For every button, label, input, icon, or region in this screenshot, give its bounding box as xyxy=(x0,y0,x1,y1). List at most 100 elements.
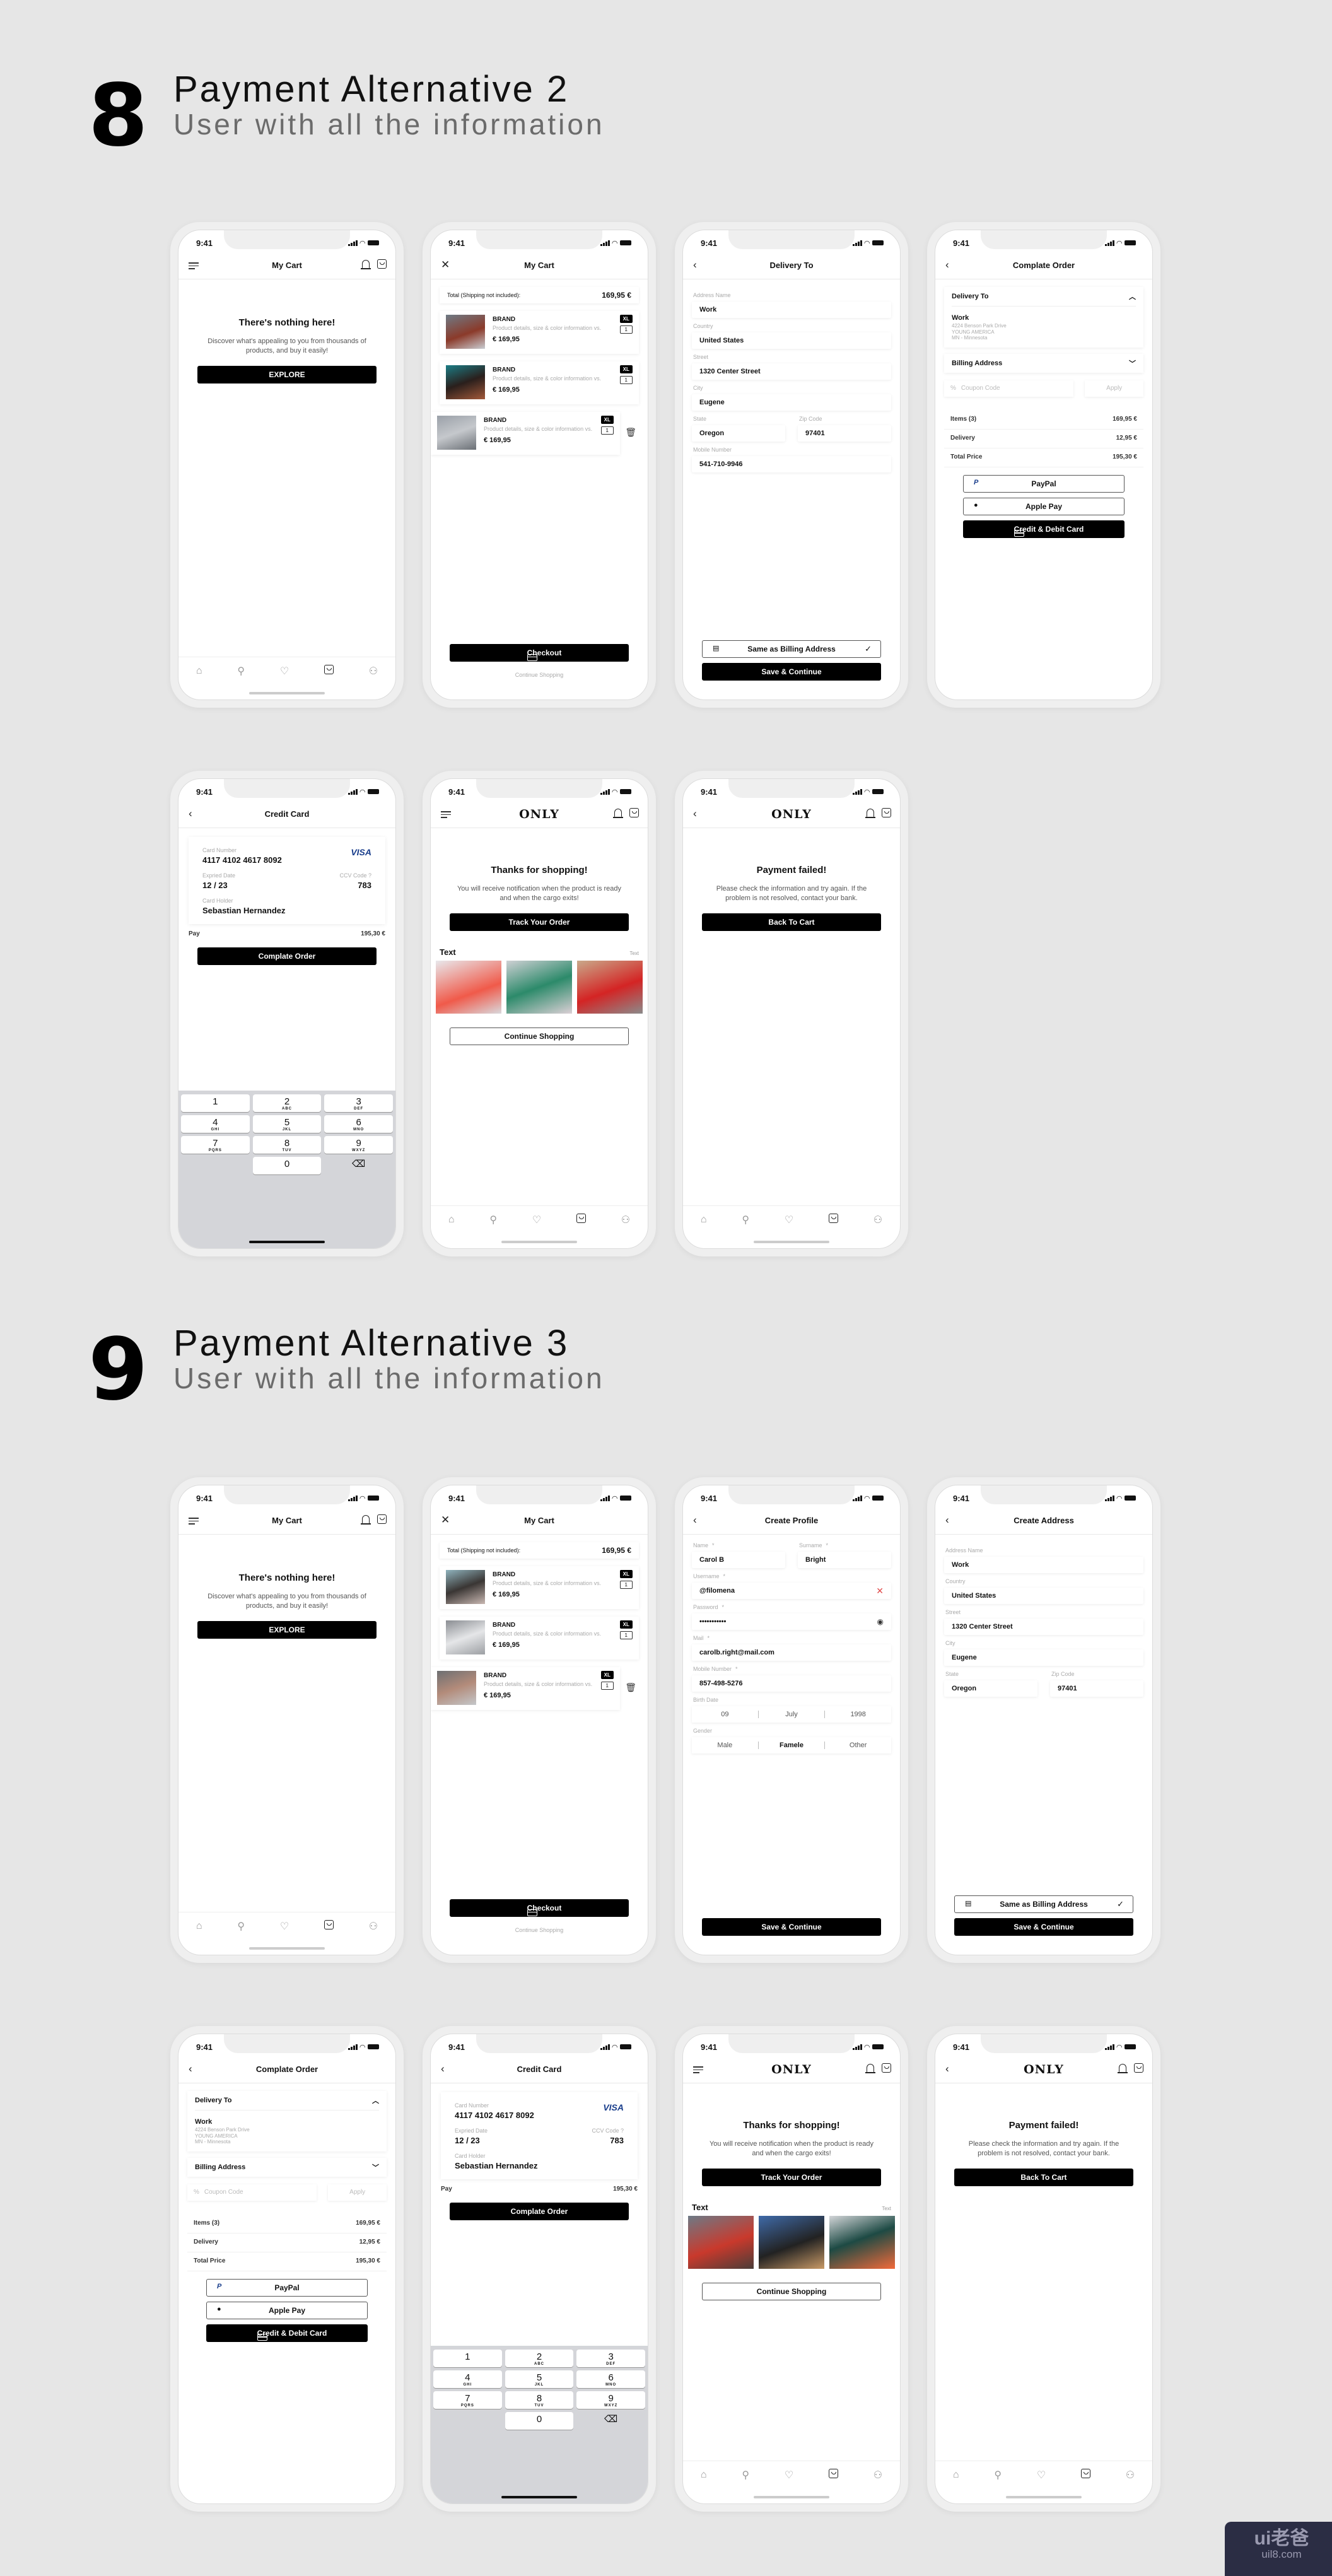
apply-button[interactable]: Apply xyxy=(328,2184,387,2201)
credit-card-button[interactable]: Credit & Debit Card xyxy=(206,2324,368,2342)
track-order-button[interactable]: Track Your Order xyxy=(450,913,629,931)
tab-home-icon[interactable]: ⌂ xyxy=(701,1214,707,1226)
keypad-key[interactable]: 0 xyxy=(505,2412,574,2430)
state-input[interactable]: Oregon xyxy=(692,425,785,442)
complete-order-button[interactable]: Complate Order xyxy=(197,947,377,965)
explore-button[interactable]: EXPLORE xyxy=(197,365,377,383)
tab-favorites-icon[interactable]: ♡ xyxy=(280,1920,289,1933)
birth-year[interactable]: 1998 xyxy=(825,1711,891,1718)
suggested-product-image[interactable] xyxy=(829,2215,895,2269)
mobile-input[interactable]: 857-498-5276 xyxy=(692,1675,891,1692)
exp-date[interactable]: 12 / 23 xyxy=(202,881,235,890)
credit-card-preview[interactable]: Card Number 4117 4102 4617 8092 VISA Exp… xyxy=(189,837,385,924)
credit-card-button[interactable]: Credit & Debit Card xyxy=(963,520,1125,538)
gender-other[interactable]: Other xyxy=(825,1742,891,1749)
suggested-product-image[interactable] xyxy=(688,2215,754,2269)
chevron-down-icon[interactable]: ﹀ xyxy=(1129,358,1136,368)
tab-search-icon[interactable]: ⚲ xyxy=(237,665,245,677)
keypad-key[interactable]: 8 TUV xyxy=(505,2391,574,2409)
back-to-cart-button[interactable]: Back To Cart xyxy=(954,2168,1133,2186)
brand-logo[interactable]: ONLY xyxy=(771,807,812,821)
back-icon[interactable]: ‹ xyxy=(693,808,697,819)
cart-item[interactable]: BRAND Product details, size & color info… xyxy=(440,311,639,354)
keypad-key[interactable]: 5 JKL xyxy=(505,2370,574,2388)
checkout-button[interactable]: Checkout xyxy=(450,644,629,662)
same-as-billing-toggle[interactable]: ▤ Same as Billing Address ✓ xyxy=(954,1895,1133,1913)
back-icon[interactable]: ‹ xyxy=(189,808,192,819)
name-input[interactable]: Carol B xyxy=(692,1552,785,1568)
apple-pay-button[interactable]: ● Apple Pay xyxy=(963,497,1125,515)
zip-code-input[interactable]: 97401 xyxy=(1050,1680,1143,1697)
tab-home-icon[interactable]: ⌂ xyxy=(196,1921,202,1932)
tab-cart-icon[interactable] xyxy=(576,1213,586,1226)
tab-favorites-icon[interactable]: ♡ xyxy=(785,1214,793,1226)
tab-search-icon[interactable]: ⚲ xyxy=(742,1214,749,1226)
cart-item[interactable]: BRAND Product details, size & color info… xyxy=(431,412,636,455)
keypad-key[interactable]: 9 WXYZ xyxy=(576,2391,645,2409)
cart-item[interactable]: BRAND Product details, size & color info… xyxy=(440,1566,639,1609)
explore-button[interactable]: EXPLORE xyxy=(197,1620,377,1639)
card-holder[interactable]: Sebastian Hernandez xyxy=(202,906,371,915)
tab-profile-icon[interactable]: ⚇ xyxy=(369,1920,378,1933)
tab-profile-icon[interactable]: ⚇ xyxy=(1126,2469,1135,2481)
tab-favorites-icon[interactable]: ♡ xyxy=(1037,2469,1046,2481)
size-badge[interactable]: XL xyxy=(619,1620,633,1629)
bell-icon[interactable] xyxy=(613,809,623,818)
cart-item[interactable]: BRAND Product details, size & color info… xyxy=(440,1617,639,1660)
mobile-number-input[interactable]: 541-710-9946 xyxy=(692,456,891,472)
quantity-box[interactable]: 1 xyxy=(619,376,633,384)
country-input[interactable]: United States xyxy=(944,1588,1143,1604)
tab-cart-icon[interactable] xyxy=(324,664,334,677)
tab-home-icon[interactable]: ⌂ xyxy=(448,1214,455,1226)
continue-shopping-button[interactable]: Continue Shopping xyxy=(702,2282,881,2300)
billing-accordion[interactable]: Billing Address ﹀ xyxy=(944,354,1143,373)
birth-day[interactable]: 09 xyxy=(692,1711,759,1718)
address-name-input[interactable]: Work xyxy=(692,302,891,318)
mail-input[interactable]: carolb.right@mail.com xyxy=(692,1644,891,1661)
tab-search-icon[interactable]: ⚲ xyxy=(742,2469,749,2481)
city-input[interactable]: Eugene xyxy=(692,394,891,411)
zip-code-input[interactable]: 97401 xyxy=(798,425,891,442)
cart-icon[interactable] xyxy=(1134,2063,1143,2073)
keypad-key[interactable]: 7 PQRS xyxy=(181,1136,250,1154)
tab-cart-icon[interactable] xyxy=(828,2468,838,2481)
keypad-key[interactable]: 5 JKL xyxy=(252,1115,322,1133)
back-icon[interactable]: ‹ xyxy=(189,2063,192,2074)
birth-month[interactable]: July xyxy=(759,1711,826,1718)
birth-date-picker[interactable]: 09 July 1998 xyxy=(692,1706,891,1723)
keypad-key[interactable]: 2 ABC xyxy=(505,2350,574,2367)
ccv-code[interactable]: 783 xyxy=(339,881,371,890)
tab-home-icon[interactable]: ⌂ xyxy=(953,2469,959,2481)
state-input[interactable]: Oregon xyxy=(944,1680,1037,1697)
cart-icon[interactable] xyxy=(377,1514,387,1524)
back-icon[interactable]: ‹ xyxy=(945,259,949,270)
username-input[interactable]: @filomena ✕ xyxy=(692,1583,891,1599)
apple-pay-button[interactable]: ● Apple Pay xyxy=(206,2301,368,2319)
tab-favorites-icon[interactable]: ♡ xyxy=(280,665,289,677)
quantity-box[interactable]: 1 xyxy=(600,1682,614,1690)
bell-icon[interactable] xyxy=(361,1515,371,1525)
save-continue-button[interactable]: Save & Continue xyxy=(702,1918,881,1936)
keypad-key[interactable]: 1 xyxy=(433,2350,502,2367)
gender-male[interactable]: Male xyxy=(692,1742,759,1749)
gender-female[interactable]: Famele xyxy=(759,1742,826,1749)
brand-logo[interactable]: ONLY xyxy=(1024,2063,1064,2076)
city-input[interactable]: Eugene xyxy=(944,1649,1143,1666)
continue-shopping-button[interactable]: Continue Shopping xyxy=(450,1027,629,1045)
keypad-key[interactable]: 3 DEF xyxy=(576,2350,645,2367)
card-number[interactable]: 4117 4102 4617 8092 xyxy=(202,855,371,865)
tab-search-icon[interactable]: ⚲ xyxy=(237,1920,245,1933)
coupon-input[interactable]: % Coupon Code xyxy=(944,380,1073,397)
chevron-down-icon[interactable]: ﹀ xyxy=(372,2162,379,2172)
backspace-key[interactable]: ⌫ xyxy=(576,2412,645,2430)
suggestions-link[interactable]: Text xyxy=(629,951,639,956)
trash-icon[interactable]: 🗑 xyxy=(625,427,636,438)
backspace-key[interactable]: ⌫ xyxy=(324,1157,393,1174)
tab-home-icon[interactable]: ⌂ xyxy=(196,665,202,677)
suggested-product-image[interactable] xyxy=(759,2215,824,2269)
quantity-box[interactable]: 1 xyxy=(600,426,614,435)
back-icon[interactable]: ‹ xyxy=(441,2063,445,2074)
cart-icon[interactable] xyxy=(377,259,387,269)
address-name-input[interactable]: Work xyxy=(944,1557,1143,1573)
suggested-product-image[interactable] xyxy=(436,960,501,1014)
